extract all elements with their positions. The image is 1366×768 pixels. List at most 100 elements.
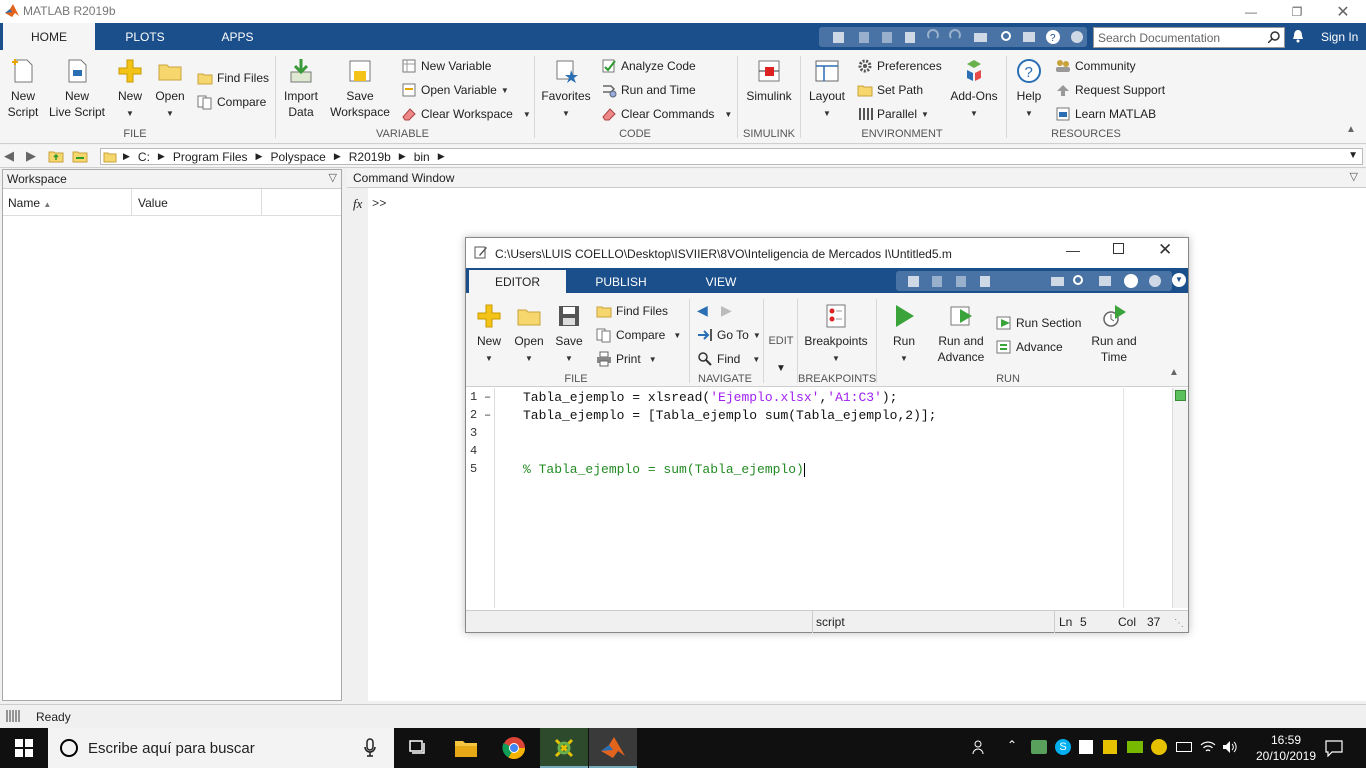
editor-close-button[interactable]: ✕: [1158, 240, 1172, 260]
community-button[interactable]: Community: [1055, 58, 1136, 74]
code-line-2[interactable]: Tabla_ejemplo = [Tabla_ejemplo sum(Tabla…: [523, 408, 936, 423]
edit-group-label[interactable]: EDIT: [766, 335, 796, 347]
tab-publish[interactable]: PUBLISH: [591, 270, 651, 293]
current-folder-path[interactable]: ▶ C: ▶ Program Files ▶ Polyspace ▶ R2019…: [100, 148, 1363, 165]
panel-menu-icon[interactable]: ▽: [329, 171, 337, 184]
code-line-5[interactable]: % Tabla_ejemplo = sum(Tabla_ejemplo): [523, 462, 805, 477]
taskbar-search-box[interactable]: Escribe aquí para buscar: [48, 728, 394, 768]
app-taskbar-icon[interactable]: [540, 728, 588, 768]
editor-print-button[interactable]: Print ▼: [596, 351, 657, 367]
breakpoint-marker[interactable]: –: [484, 390, 491, 404]
edit-dropdown-icon[interactable]: ▼: [776, 363, 786, 374]
forward-arrow-icon[interactable]: ▶: [26, 148, 36, 164]
skype-icon[interactable]: S: [1055, 739, 1071, 755]
editor-options-icon[interactable]: ▼: [1172, 273, 1186, 287]
add-ons-button[interactable]: Add-Ons ▼: [947, 58, 1001, 122]
tab-home[interactable]: HOME: [3, 23, 95, 50]
path-segment-drive[interactable]: C:: [138, 150, 150, 164]
find-files-button[interactable]: Find Files: [197, 70, 269, 86]
go-to-button[interactable]: Go To ▼: [697, 327, 761, 343]
collapse-ribbon-icon[interactable]: ▲: [1346, 124, 1356, 135]
chrome-icon[interactable]: [490, 728, 538, 768]
minimize-button[interactable]: —: [1228, 0, 1274, 23]
tray-app-icon[interactable]: [1151, 739, 1167, 755]
simulink-button[interactable]: Simulink: [742, 58, 796, 104]
tab-view[interactable]: VIEW: [696, 270, 746, 293]
wifi-icon[interactable]: [1200, 739, 1216, 758]
code-line-1[interactable]: Tabla_ejemplo = xlsread('Ejemplo.xlsx','…: [523, 390, 897, 405]
open-variable-button[interactable]: Open Variable ▼: [401, 82, 509, 98]
restore-button[interactable]: ❐: [1274, 0, 1320, 23]
path-segment-r2019b[interactable]: R2019b: [349, 150, 391, 164]
import-data-button[interactable]: Import Data: [280, 58, 322, 120]
fx-icon[interactable]: fx: [353, 196, 362, 212]
save-workspace-button[interactable]: Save Workspace: [329, 58, 391, 120]
people-icon[interactable]: [972, 739, 988, 758]
breakpoints-button[interactable]: Breakpoints ▼: [802, 303, 870, 367]
run-and-advance-button[interactable]: Run and Advance: [933, 303, 989, 365]
windows-start-icon[interactable]: [0, 728, 48, 768]
run-button[interactable]: Run ▼: [886, 303, 922, 367]
tray-app-icon[interactable]: [1031, 740, 1047, 754]
clock-time[interactable]: 16:59: [1262, 733, 1310, 747]
volume-icon[interactable]: [1222, 739, 1238, 758]
editor-maximize-button[interactable]: [1113, 243, 1124, 254]
code-analyzer-status-icon[interactable]: [1175, 390, 1186, 401]
tray-app-icon[interactable]: [1079, 740, 1093, 754]
new-variable-button[interactable]: New Variable: [401, 58, 491, 74]
sign-in-link[interactable]: Sign In: [1321, 30, 1358, 44]
back-arrow-icon[interactable]: ◀: [697, 302, 708, 319]
clear-commands-button[interactable]: Clear Commands ▼: [601, 106, 732, 122]
collapse-ribbon-icon[interactable]: ▲: [1169, 367, 1179, 378]
editor-compare-button[interactable]: Compare ▼: [596, 327, 681, 343]
clear-workspace-button[interactable]: Clear Workspace ▼: [401, 106, 531, 122]
notifications-icon[interactable]: [1325, 739, 1343, 760]
code-editor[interactable]: 1 – 2 – 3 4 5 Tabla_ejemplo = xlsread('E…: [466, 388, 1188, 608]
forward-arrow-icon[interactable]: ▶: [721, 302, 732, 319]
close-button[interactable]: ✕: [1320, 0, 1366, 23]
clock-date[interactable]: 20/10/2019: [1248, 749, 1324, 763]
editor-new-button[interactable]: New ▼: [472, 303, 506, 367]
path-segment-bin[interactable]: bin: [414, 150, 430, 164]
compare-button[interactable]: Compare: [197, 94, 266, 110]
battery-icon[interactable]: [1176, 742, 1192, 752]
path-segment-polyspace[interactable]: Polyspace: [270, 150, 325, 164]
set-path-button[interactable]: Set Path: [857, 82, 923, 98]
learn-matlab-button[interactable]: Learn MATLAB: [1055, 106, 1156, 122]
editor-minimize-button[interactable]: —: [1066, 242, 1080, 258]
run-section-button[interactable]: Run Section: [996, 315, 1081, 331]
column-header-value[interactable]: Value: [138, 196, 168, 210]
tab-plots[interactable]: PLOTS: [110, 23, 180, 50]
open-button[interactable]: Open ▼: [153, 58, 187, 122]
layout-button[interactable]: Layout ▼: [806, 58, 848, 122]
show-hidden-icons[interactable]: ⌃: [1007, 738, 1017, 752]
search-documentation-input[interactable]: Search Documentation: [1093, 27, 1285, 48]
parallel-button[interactable]: Parallel ▼: [857, 106, 929, 122]
code-analyzer-bar[interactable]: [1172, 388, 1188, 608]
tab-editor[interactable]: EDITOR: [469, 270, 566, 293]
favorites-button[interactable]: Favorites ▼: [540, 58, 592, 122]
tab-apps[interactable]: APPS: [210, 23, 265, 50]
back-arrow-icon[interactable]: ◀: [4, 148, 14, 164]
resize-grip-icon[interactable]: ⋱: [1174, 618, 1184, 629]
editor-run-and-time-button[interactable]: Run and Time: [1086, 303, 1142, 365]
tray-app-icon[interactable]: [1103, 740, 1117, 754]
editor-save-button[interactable]: Save ▼: [552, 303, 586, 367]
up-folder-icon[interactable]: [48, 148, 64, 167]
new-button[interactable]: New ▼: [113, 58, 147, 122]
help-button[interactable]: ? Help ▼: [1012, 58, 1046, 122]
file-explorer-icon[interactable]: [442, 728, 490, 768]
request-support-button[interactable]: Request Support: [1055, 82, 1165, 98]
run-and-time-button[interactable]: Run and Time: [601, 82, 696, 98]
column-header-name[interactable]: Name ▲: [8, 196, 51, 210]
path-dropdown-icon[interactable]: ▼: [1348, 150, 1358, 161]
task-view-icon[interactable]: [394, 728, 442, 768]
nvidia-icon[interactable]: [1127, 741, 1143, 753]
new-live-script-button[interactable]: New Live Script: [48, 58, 106, 120]
editor-find-files-button[interactable]: Find Files: [596, 303, 668, 319]
breakpoint-marker[interactable]: –: [484, 408, 491, 422]
path-segment-program-files[interactable]: Program Files: [173, 150, 248, 164]
preferences-button[interactable]: Preferences: [857, 58, 942, 74]
matlab-taskbar-icon[interactable]: [589, 728, 637, 768]
analyze-code-button[interactable]: Analyze Code: [601, 58, 696, 74]
